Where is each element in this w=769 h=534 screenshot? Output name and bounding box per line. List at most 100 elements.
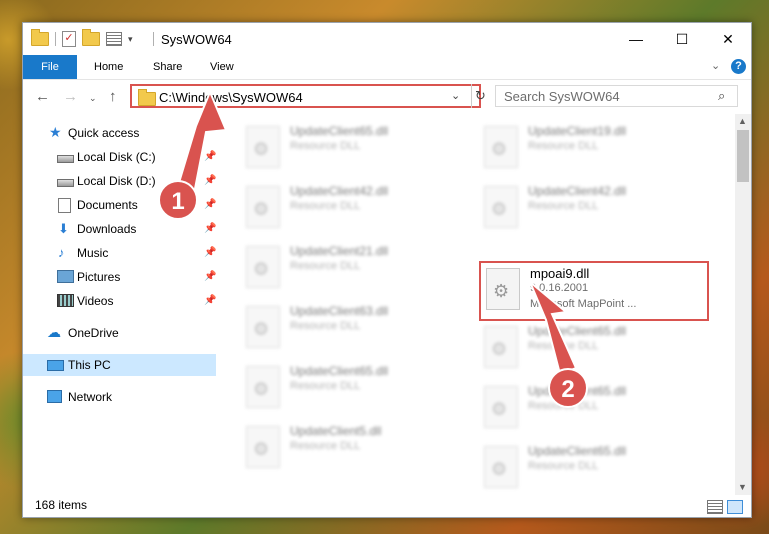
large-icons-view-icon[interactable] <box>727 500 743 514</box>
dll-file-icon <box>484 446 518 488</box>
callout-one: 1 <box>158 180 198 220</box>
file-name: UpdateClient65.dll <box>290 364 389 378</box>
file-description: Resource DLL <box>290 200 361 212</box>
sidebar-item-network[interactable]: Network <box>23 386 216 408</box>
sidebar-item-label: Downloads <box>77 222 137 236</box>
status-bar: 168 items <box>23 495 751 517</box>
address-path[interactable]: C:\Windows\SysWOW64 <box>159 90 303 105</box>
tab-share[interactable]: Share <box>153 55 182 79</box>
maximize-button[interactable]: ☐ <box>659 23 705 55</box>
file-name: UpdateClient65.dll <box>528 444 627 458</box>
videos-icon <box>57 294 74 307</box>
sidebar-item-downloads[interactable]: ⬇ Downloads 📌 <box>23 218 216 240</box>
search-icon[interactable]: ⌕ <box>718 88 725 104</box>
disk-icon <box>57 155 74 163</box>
tab-home[interactable]: Home <box>94 55 123 79</box>
pin-icon[interactable]: 📌 <box>204 146 216 168</box>
up-arrow-icon[interactable]: ↑ <box>109 88 117 105</box>
address-divider <box>471 84 473 108</box>
file-item[interactable]: UpdateClient65.dll Resource DLL <box>246 362 476 414</box>
file-description: Resource DLL <box>528 340 599 352</box>
file-explorer-window: ✓ ▾ SysWOW64 — ☐ ✕ File Home Share View … <box>22 22 752 518</box>
scrollbar-thumb[interactable] <box>737 130 749 182</box>
file-description: Resource DLL <box>528 200 599 212</box>
title-bar: ✓ ▾ SysWOW64 — ☐ ✕ <box>23 23 751 55</box>
tab-file[interactable]: File <box>23 55 77 79</box>
address-dropdown-icon[interactable]: ⌄ <box>451 89 460 102</box>
file-item[interactable]: UpdateClient65.dll Resource DLL <box>484 322 714 374</box>
properties-check-icon[interactable]: ✓ <box>62 31 76 47</box>
file-item[interactable]: UpdateClient65.dll Resource DLL <box>484 382 714 434</box>
file-item[interactable]: UpdateClient42.dll Resource DLL <box>246 182 476 234</box>
file-item[interactable]: UpdateClient65.dll Resource DLL <box>484 442 714 494</box>
dll-file-icon <box>484 186 518 228</box>
dll-file-icon <box>246 366 280 408</box>
scroll-up-arrow-icon[interactable]: ▲ <box>738 116 747 126</box>
vertical-scrollbar[interactable]: ▲ ▼ <box>735 114 751 495</box>
sidebar-item-label: This PC <box>68 358 111 372</box>
address-folder-icon <box>138 89 156 106</box>
sidebar-item-label: Local Disk (D:) <box>77 174 156 188</box>
sidebar-item-quick-access[interactable]: ★ Quick access <box>23 122 216 144</box>
refresh-icon[interactable]: ↻ <box>475 88 486 104</box>
close-button[interactable]: ✕ <box>705 23 751 55</box>
item-count: 168 items <box>35 498 88 512</box>
sidebar-item-pictures[interactable]: Pictures 📌 <box>23 266 216 288</box>
new-folder-icon[interactable] <box>82 29 100 46</box>
details-view-icon[interactable] <box>707 500 723 514</box>
file-version: 9.0.16.2001 <box>530 282 589 294</box>
dll-file-icon <box>246 186 280 228</box>
sidebar-item-local-disk-c[interactable]: Local Disk (C:) 📌 <box>23 146 216 168</box>
tab-view[interactable]: View <box>210 55 234 79</box>
computer-icon <box>47 360 64 371</box>
expand-ribbon-chevron-icon[interactable]: ⌄ <box>711 59 720 72</box>
file-item[interactable]: UpdateClient63.dll Resource DLL <box>246 302 476 354</box>
pin-icon[interactable]: 📌 <box>204 218 216 240</box>
file-list: UpdateClient65.dll Resource DLL UpdateCl… <box>218 114 735 495</box>
folder-icon[interactable] <box>31 29 49 46</box>
sidebar-item-videos[interactable]: Videos 📌 <box>23 290 216 312</box>
sidebar-item-this-pc[interactable]: This PC <box>23 354 216 376</box>
file-item[interactable]: UpdateClient19.dll Resource DLL <box>484 122 714 174</box>
sidebar-item-music[interactable]: ♪ Music 📌 <box>23 242 216 264</box>
star-icon: ★ <box>49 124 62 140</box>
address-bar[interactable]: C:\Windows\SysWOW64 ⌄ ↻ <box>130 84 486 108</box>
file-item[interactable]: UpdateClient65.dll Resource DLL <box>246 122 476 174</box>
search-box[interactable]: Search SysWOW64 ⌕ <box>495 85 738 107</box>
sidebar-item-label: Network <box>68 390 113 404</box>
file-description: Resource DLL <box>290 140 361 152</box>
network-icon <box>47 390 62 403</box>
callout-two: 2 <box>548 368 588 408</box>
file-name: UpdateClient63.dll <box>290 304 389 318</box>
dll-file-icon <box>486 268 520 310</box>
ribbon-tabs: File Home Share View ⌄ ? <box>23 55 751 80</box>
dll-file-icon <box>246 246 280 288</box>
pin-icon[interactable]: 📌 <box>204 266 216 288</box>
dll-file-icon <box>246 306 280 348</box>
pin-icon[interactable]: 📌 <box>204 170 216 192</box>
sidebar-item-onedrive[interactable]: ☁ OneDrive <box>23 322 216 344</box>
sidebar-item-label: Local Disk (C:) <box>77 150 156 164</box>
properties-icon[interactable] <box>106 32 122 46</box>
pictures-icon <box>57 270 74 283</box>
file-description: Microsoft MapPoint ... <box>530 298 637 310</box>
minimize-button[interactable]: — <box>613 23 659 55</box>
file-item-mpoai9[interactable]: mpoai9.dll 9.0.16.2001 Microsoft MapPoin… <box>486 264 716 316</box>
dll-file-icon <box>484 126 518 168</box>
file-item[interactable]: UpdateClient42.dll Resource DLL <box>484 182 714 234</box>
file-item[interactable]: UpdateClient5.dll Resource DLL <box>246 422 476 474</box>
pin-icon[interactable]: 📌 <box>204 242 216 264</box>
file-description: Resource DLL <box>290 260 361 272</box>
customize-toolbar-dropdown-icon[interactable]: ▾ <box>128 34 133 45</box>
scroll-down-arrow-icon[interactable]: ▼ <box>738 482 747 492</box>
file-name: UpdateClient65.dll <box>528 324 627 338</box>
pin-icon[interactable]: 📌 <box>204 194 216 216</box>
pin-icon[interactable]: 📌 <box>204 290 216 312</box>
recent-locations-chevron-icon[interactable]: ⌄ <box>89 93 97 104</box>
forward-arrow-icon[interactable]: → <box>63 88 78 105</box>
search-placeholder: Search SysWOW64 <box>504 89 620 104</box>
file-description: Resource DLL <box>290 320 361 332</box>
help-icon[interactable]: ? <box>731 59 746 74</box>
file-item[interactable]: UpdateClient21.dll Resource DLL <box>246 242 476 294</box>
back-arrow-icon[interactable]: ← <box>35 88 50 105</box>
